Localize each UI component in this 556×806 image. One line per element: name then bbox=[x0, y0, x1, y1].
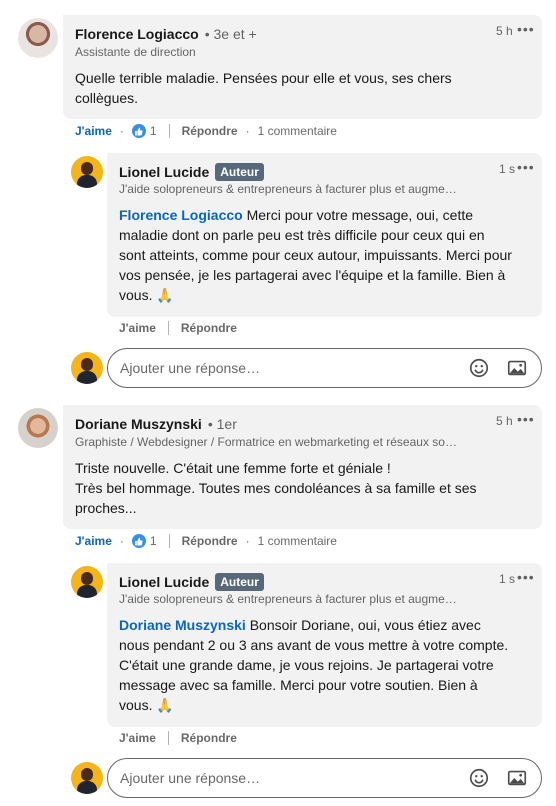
comments-count[interactable]: 1 commentaire bbox=[258, 124, 337, 138]
reply-input[interactable] bbox=[120, 770, 453, 786]
reply-box[interactable] bbox=[107, 348, 542, 388]
commenter-name[interactable]: Florence Logiacco bbox=[75, 26, 199, 42]
reply-bubble-lionel: Lionel Lucide Auteur J'aide solopreneurs… bbox=[107, 153, 542, 317]
comment-bubble-doriane: Doriane Muszynski • 1er Graphiste / Webd… bbox=[63, 405, 542, 529]
like-button[interactable]: J'aime bbox=[75, 534, 112, 548]
avatar-current-user bbox=[71, 762, 103, 794]
author-badge: Auteur bbox=[215, 573, 264, 591]
reply-actions: J'aime Répondre bbox=[119, 321, 237, 335]
replier-headline: J'aide solopreneurs & entrepreneurs à fa… bbox=[119, 592, 457, 606]
like-button[interactable]: J'aime bbox=[119, 731, 156, 745]
replier-name[interactable]: Lionel Lucide bbox=[119, 574, 209, 590]
reply-box[interactable] bbox=[107, 758, 542, 798]
reply-input[interactable] bbox=[120, 360, 453, 376]
emoji-icon[interactable] bbox=[467, 356, 491, 380]
commenter-name[interactable]: Doriane Muszynski bbox=[75, 416, 202, 432]
like-count[interactable]: 1 bbox=[150, 124, 157, 138]
connection-degree: • 1er bbox=[207, 416, 237, 432]
comment-actions: J'aime · 1 Répondre · 1 commentaire bbox=[75, 534, 337, 548]
comment-bubble-florence: Florence Logiacco • 3e et + Assistante d… bbox=[63, 15, 542, 119]
reply-text: Florence Logiacco Merci pour votre messa… bbox=[119, 205, 514, 305]
avatar-lionel[interactable] bbox=[71, 156, 103, 188]
reply-time: 1 s bbox=[499, 572, 516, 586]
like-count[interactable]: 1 bbox=[150, 534, 157, 548]
reply-actions: J'aime Répondre bbox=[119, 731, 237, 745]
mention-link[interactable]: Doriane Muszynski bbox=[119, 617, 246, 633]
connection-degree: • 3e et + bbox=[204, 26, 257, 42]
avatar-florence[interactable] bbox=[18, 18, 58, 58]
thumbs-up-icon bbox=[131, 534, 146, 548]
more-options-icon[interactable]: ••• bbox=[517, 21, 535, 37]
reply-bubble-lionel: Lionel Lucide Auteur J'aide solopreneurs… bbox=[107, 563, 542, 727]
more-options-icon[interactable]: ••• bbox=[517, 159, 535, 175]
author-badge: Auteur bbox=[215, 163, 264, 181]
comment-time: 5 h bbox=[496, 24, 513, 38]
more-options-icon[interactable]: ••• bbox=[517, 411, 535, 427]
avatar-lionel[interactable] bbox=[71, 566, 103, 598]
reply-button[interactable]: Répondre bbox=[182, 534, 238, 548]
comment-line: Très bel hommage. Toutes mes condoléance… bbox=[75, 480, 477, 516]
comment-text: Quelle terrible maladie. Pensées pour el… bbox=[75, 70, 452, 106]
image-icon[interactable] bbox=[505, 766, 529, 790]
reply-text: Doriane Muszynski Bonsoir Doriane, oui, … bbox=[119, 615, 514, 715]
reply-time: 1 s bbox=[499, 162, 516, 176]
avatar-doriane[interactable] bbox=[18, 408, 58, 448]
replier-name[interactable]: Lionel Lucide bbox=[119, 164, 209, 180]
more-options-icon[interactable]: ••• bbox=[517, 569, 535, 585]
comment-actions: J'aime · 1 Répondre · 1 commentaire bbox=[75, 124, 337, 138]
image-icon[interactable] bbox=[505, 356, 529, 380]
reply-button[interactable]: Répondre bbox=[182, 124, 238, 138]
like-button[interactable]: J'aime bbox=[75, 124, 112, 138]
reply-button[interactable]: Répondre bbox=[181, 321, 237, 335]
commenter-headline: Assistante de direction bbox=[75, 45, 196, 59]
comment-time: 5 h bbox=[496, 414, 513, 428]
comment-line: Triste nouvelle. C'était une femme forte… bbox=[75, 460, 391, 476]
emoji-icon[interactable] bbox=[467, 766, 491, 790]
commenter-headline: Graphiste / Webdesigner / Formatrice en … bbox=[75, 435, 457, 449]
comments-count[interactable]: 1 commentaire bbox=[258, 534, 337, 548]
mention-link[interactable]: Florence Logiacco bbox=[119, 207, 243, 223]
reply-button[interactable]: Répondre bbox=[181, 731, 237, 745]
replier-headline: J'aide solopreneurs & entrepreneurs à fa… bbox=[119, 182, 457, 196]
avatar-current-user bbox=[71, 352, 103, 384]
comment-text: Triste nouvelle. C'était une femme forte… bbox=[75, 458, 505, 518]
like-button[interactable]: J'aime bbox=[119, 321, 156, 335]
thumbs-up-icon bbox=[131, 124, 146, 138]
